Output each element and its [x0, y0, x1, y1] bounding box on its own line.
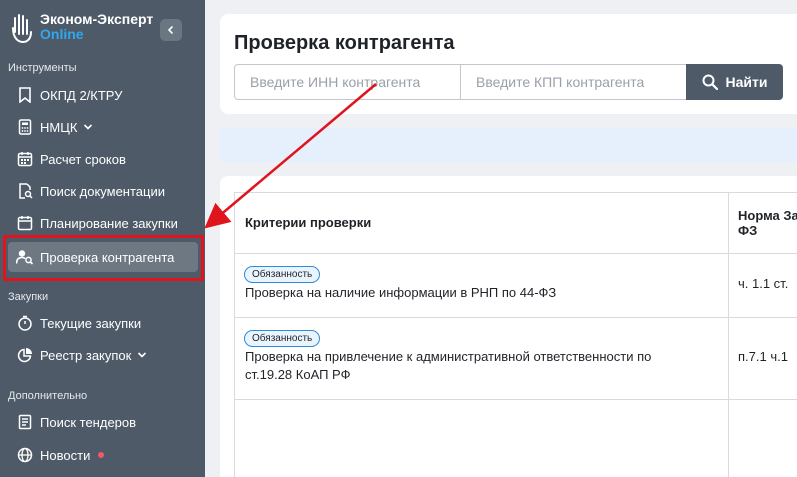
header-criteria: Критерии проверки	[245, 215, 372, 230]
row-divider	[235, 317, 797, 318]
sidebar-item-label: Новости	[40, 447, 91, 463]
calculator-icon	[16, 118, 34, 136]
sidebar-item-doc-search[interactable]: Поиск документации	[8, 176, 198, 206]
section-purchases: Закупки	[8, 291, 49, 303]
obligation-badge: Обязанность	[244, 330, 321, 347]
document-search-icon	[16, 182, 34, 200]
brand-subtitle: Online	[40, 26, 84, 42]
criterion-text-line2: ст.19.28 КоАП РФ	[245, 367, 351, 382]
criterion-text: Проверка на наличие информации в РНП по …	[245, 285, 557, 300]
search-button[interactable]: Найти	[686, 64, 783, 100]
sidebar-item-label: НМЦК	[40, 119, 78, 135]
sidebar-item-label: Планирование закупки	[40, 215, 178, 231]
notification-dot	[98, 452, 105, 458]
collapse-sidebar-button[interactable]	[160, 19, 182, 41]
sidebar-item-deadlines[interactable]: Расчет сроков	[8, 144, 198, 174]
obligation-badge: Обязанность	[244, 266, 321, 283]
sidebar-item-label: Реестр закупок	[40, 347, 132, 363]
stopwatch-icon	[16, 314, 34, 332]
globe-icon	[16, 446, 34, 464]
norm-text: п.7.1 ч.1	[738, 349, 788, 364]
sidebar-item-tender-search[interactable]: Поиск тендеров	[8, 407, 198, 437]
search-icon	[702, 74, 718, 90]
column-divider	[728, 193, 729, 477]
row-divider	[235, 399, 797, 400]
page-title: Проверка контрагента	[234, 32, 455, 54]
search-button-label: Найти	[725, 74, 768, 90]
info-bar	[220, 128, 797, 162]
row-divider	[235, 253, 797, 254]
search-card: Проверка контрагента Введите ИНН контраг…	[220, 14, 797, 114]
sidebar-item-label: Расчет сроков	[40, 151, 126, 167]
results-card: Критерии проверки Норма За ФЗ Обязанност…	[220, 176, 797, 477]
sidebar-item-label: ОКПД 2/КТРУ	[40, 87, 123, 103]
criterion-text: Проверка на привлечение к административн…	[245, 349, 652, 364]
sidebar-item-okpd[interactable]: ОКПД 2/КТРУ	[8, 80, 198, 110]
brand-name: Эконом-Эксперт	[40, 11, 154, 27]
sidebar-item-label: Поиск тендеров	[40, 414, 137, 430]
header-norm: Норма За	[738, 208, 797, 223]
chevron-left-icon	[167, 25, 174, 35]
bookmark-icon	[16, 86, 34, 104]
highlight-box	[3, 235, 204, 281]
section-tools: Инструменты	[8, 62, 77, 74]
sidebar-item-planning[interactable]: Планирование закупки	[8, 208, 198, 238]
calendar-icon	[16, 150, 34, 168]
brand-logo-icon	[12, 14, 32, 44]
sidebar: Эконом-Эксперт Online Инструменты ОКПД 2…	[0, 0, 205, 477]
brand[interactable]: Эконом-Эксперт Online	[10, 12, 153, 44]
sidebar-item-purchase-registry[interactable]: Реестр закупок	[8, 340, 198, 370]
sidebar-item-nmck[interactable]: НМЦК	[8, 112, 198, 142]
calendar-plan-icon	[16, 214, 34, 232]
section-additional: Дополнительно	[8, 390, 88, 402]
chevron-down-icon	[137, 350, 147, 360]
results-table: Критерии проверки Норма За ФЗ Обязанност…	[234, 192, 797, 477]
pie-chart-icon	[16, 346, 34, 364]
document-list-icon	[16, 413, 34, 431]
header-law: ФЗ	[738, 223, 758, 238]
sidebar-item-news[interactable]: Новости	[8, 440, 198, 470]
inn-input[interactable]: Введите ИНН контрагента	[234, 64, 461, 100]
sidebar-item-label: Текущие закупки	[40, 315, 142, 331]
chevron-down-icon	[83, 122, 93, 132]
norm-text: ч. 1.1 ст.	[738, 276, 789, 291]
sidebar-item-label: Поиск документации	[40, 183, 165, 199]
sidebar-item-current-purchases[interactable]: Текущие закупки	[8, 308, 198, 338]
kpp-input[interactable]: Введите КПП контрагента	[460, 64, 687, 100]
